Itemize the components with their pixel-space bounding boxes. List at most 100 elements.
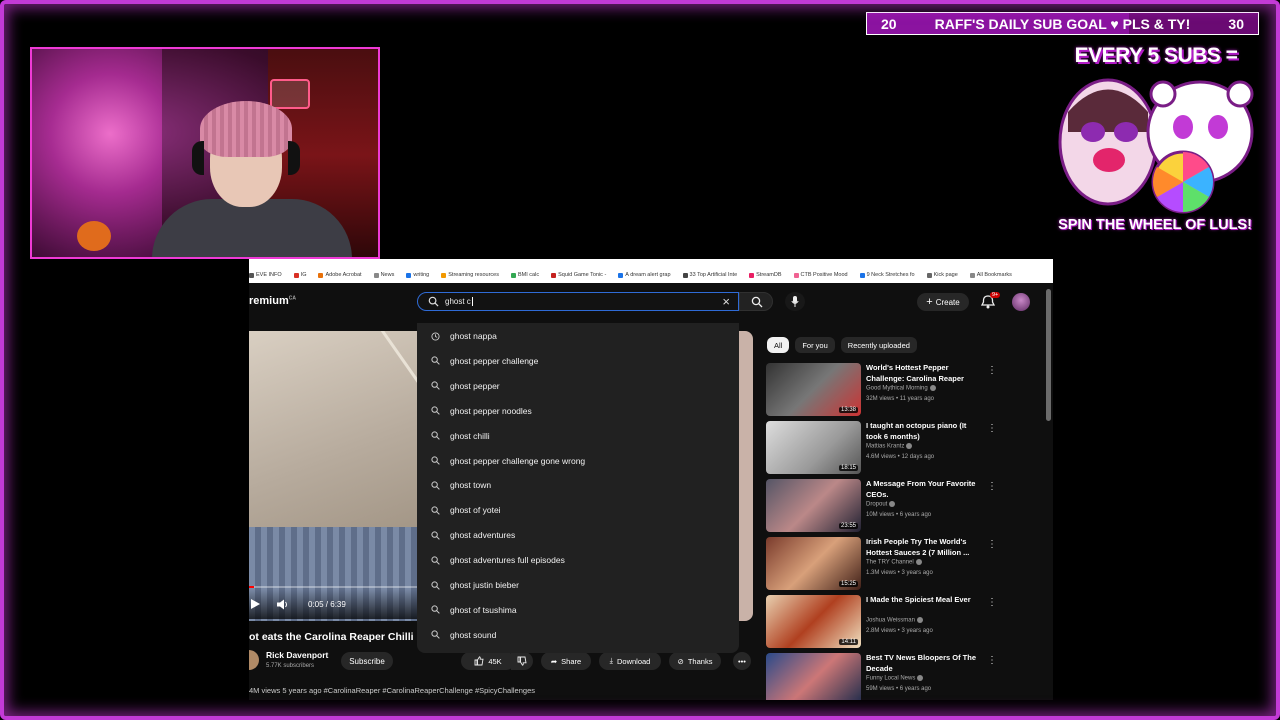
bookmark-item[interactable]: StreamDB [749, 272, 782, 278]
filter-chip[interactable]: For you [795, 337, 835, 353]
more-actions-button[interactable]: ••• [733, 652, 751, 670]
bookmark-item[interactable]: Adobe Acrobat [318, 272, 362, 278]
bookmark-item[interactable]: Kick page [926, 272, 958, 278]
account-avatar[interactable] [1012, 293, 1030, 311]
voice-search-button[interactable] [785, 292, 805, 311]
filter-chip[interactable]: All [767, 337, 790, 353]
video-thumbnail[interactable]: 13:38 [766, 363, 861, 416]
search-suggestion[interactable]: ghost town [417, 473, 739, 497]
subscribe-label: Subscribe [349, 656, 385, 666]
rec-title[interactable]: I taught an octopus piano (It took 6 mon… [866, 421, 978, 442]
rec-title[interactable]: I Made the Spiciest Meal Ever [866, 595, 978, 606]
youtube-logo[interactable]: remiumCA [249, 295, 296, 307]
bookmark-favicon-icon [969, 272, 975, 278]
video-progress-bar[interactable] [249, 586, 417, 588]
recommended-video[interactable]: 18:15 I taught an octopus piano (It took … [766, 421, 1038, 477]
create-button[interactable]: + Create [917, 293, 969, 311]
like-button[interactable]: 45K [461, 652, 515, 670]
search-button[interactable] [739, 292, 773, 311]
rec-channel[interactable]: Mattias Krantz [866, 443, 913, 450]
search-icon [431, 481, 440, 490]
more-options-icon[interactable]: ⋮ [987, 481, 997, 492]
recommended-video[interactable]: Best TV News Bloopers Of The Decade Funny… [766, 653, 1038, 700]
search-suggestion[interactable]: ghost of yotei [417, 498, 739, 522]
rec-title[interactable]: Irish People Try The World's Hottest Sau… [866, 537, 978, 558]
play-icon[interactable] [251, 599, 260, 609]
bookmark-item[interactable]: A dream alert grap [618, 272, 671, 278]
rec-title[interactable]: A Message From Your Favorite CEOs. [866, 479, 978, 500]
rec-channel[interactable]: The TRY Channel [866, 559, 922, 566]
more-options-icon[interactable]: ⋮ [987, 365, 997, 376]
volume-icon[interactable] [277, 599, 289, 610]
search-suggestion[interactable]: ghost adventures full episodes [417, 548, 739, 572]
video-player[interactable]: 0:05 / 6:39 [249, 331, 417, 621]
download-button[interactable]: ⤓ Download [599, 652, 661, 670]
search-icon [431, 605, 440, 615]
bookmark-item[interactable]: All Bookmarks [969, 272, 1012, 278]
search-suggestion[interactable]: ghost justin bieber [417, 573, 739, 597]
search-icon [751, 296, 763, 308]
video-player-edge [739, 331, 753, 621]
bookmark-label: 33 Top Artificial Inte [689, 272, 738, 278]
search-suggestion[interactable]: ghost pepper challenge [417, 349, 739, 373]
verified-icon [917, 675, 924, 681]
search-suggestion[interactable]: ghost nappa [417, 324, 739, 348]
rec-title[interactable]: Best TV News Bloopers Of The Decade [866, 653, 978, 674]
channel-avatar[interactable] [249, 650, 259, 670]
bookmark-favicon-icon [373, 272, 379, 278]
page-scrollbar[interactable] [1046, 289, 1051, 421]
rec-channel[interactable]: Joshua Weissman [866, 617, 923, 624]
bookmark-item[interactable]: writing [406, 272, 429, 278]
more-options-icon[interactable]: ⋮ [987, 539, 997, 550]
dislike-button[interactable] [511, 652, 533, 670]
bookmark-item[interactable]: 33 Top Artificial Inte [682, 272, 738, 278]
search-suggestion[interactable]: ghost pepper [417, 374, 739, 398]
recommended-video[interactable]: 23:55 A Message From Your Favorite CEOs. D… [766, 479, 1038, 535]
video-thumbnail[interactable]: 14:11 [766, 595, 861, 648]
recommended-video[interactable]: 15:25 Irish People Try The World's Hottes… [766, 537, 1038, 593]
video-meta: 4M views 5 years ago #CarolinaReaper #Ca… [249, 686, 535, 695]
search-input[interactable]: ghost c × [417, 292, 739, 311]
bookmark-item[interactable]: IG [293, 272, 306, 278]
suggestion-text: ghost justin bieber [450, 580, 519, 590]
video-thumbnail[interactable]: 15:25 [766, 537, 861, 590]
share-button[interactable]: ➦ Share [541, 652, 591, 670]
subscribe-button[interactable]: Subscribe [341, 652, 393, 670]
bookmark-item[interactable]: Squid Game Tonic - [551, 272, 606, 278]
bookmark-item[interactable]: EVE INFO [249, 272, 282, 278]
clear-search-icon[interactable]: × [722, 294, 730, 309]
filter-chip[interactable]: Recently uploaded [840, 337, 917, 353]
more-options-icon[interactable]: ⋮ [987, 597, 997, 608]
search-suggestion[interactable]: ghost pepper challenge gone wrong [417, 449, 739, 473]
bookmark-label: News [380, 272, 395, 278]
rec-channel[interactable]: Good Mythical Morning [866, 385, 936, 392]
bookmark-favicon-icon [293, 272, 299, 278]
search-suggestion[interactable]: ghost pepper noodles [417, 399, 739, 423]
bookmark-item[interactable]: CTB Positive Mood [793, 272, 848, 278]
search-suggestion[interactable]: ghost adventures [417, 523, 739, 547]
search-suggestion[interactable]: ghost chilli [417, 424, 739, 448]
video-thumbnail[interactable] [766, 653, 861, 700]
more-options-icon[interactable]: ⋮ [987, 423, 997, 434]
rec-channel[interactable]: Funny Local News [866, 675, 924, 682]
search-suggestion[interactable]: ghost sound [417, 623, 739, 647]
logo-label: remium [249, 295, 289, 307]
search-suggestion[interactable]: ghost of tsushima [417, 598, 739, 622]
thanks-button[interactable]: ⊘ Thanks [669, 652, 721, 670]
bookmarks-bar: EVE INFO IG Adobe Acrobat News writing Stream… [249, 259, 1053, 283]
channel-subscribers: 5.77K subscribers [266, 663, 315, 669]
bookmark-item[interactable]: 9 Neck Stretches fo [859, 272, 915, 278]
video-thumbnail[interactable]: 23:55 [766, 479, 861, 532]
more-options-icon[interactable]: ⋮ [987, 655, 997, 666]
video-thumbnail[interactable]: 18:15 [766, 421, 861, 474]
search-icon [431, 381, 440, 391]
recommended-video[interactable]: 13:38 World's Hottest Pepper Challenge: C… [766, 363, 1038, 419]
rec-channel[interactable]: Dropout [866, 501, 896, 508]
recommended-video[interactable]: 14:11 I Made the Spiciest Meal Ever Joshua… [766, 595, 1038, 651]
video-time: 0:05 / 6:39 [308, 600, 346, 609]
channel-name[interactable]: Rick Davenport [266, 650, 328, 660]
bookmark-item[interactable]: News [373, 272, 395, 278]
rec-title[interactable]: World's Hottest Pepper Challenge: Caroli… [866, 363, 978, 384]
bookmark-item[interactable]: BMI calc [511, 272, 539, 278]
bookmark-item[interactable]: Streaming resources [441, 272, 499, 278]
